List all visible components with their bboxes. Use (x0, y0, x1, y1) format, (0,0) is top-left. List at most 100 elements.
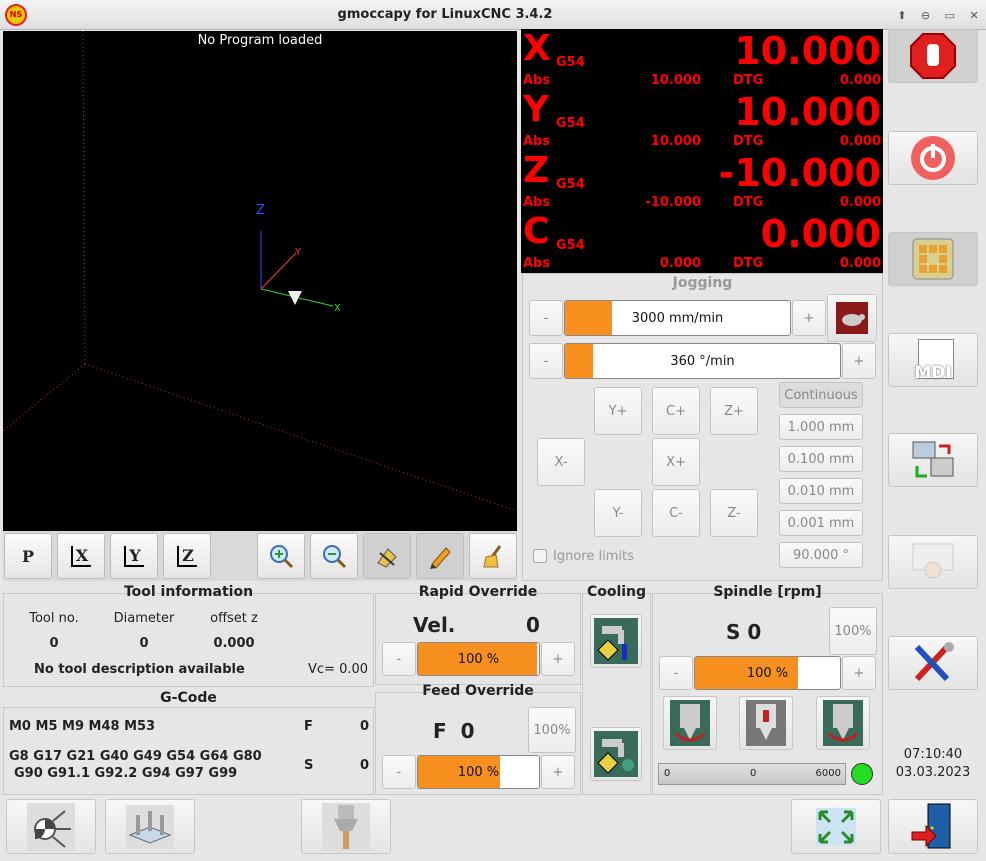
mdi-mode-button[interactable]: MDI (888, 333, 978, 387)
abs-label: Abs (523, 134, 551, 149)
increment-angular[interactable]: 90.000 ° (779, 542, 863, 568)
increment-0-01[interactable]: 0.010 mm (779, 478, 863, 504)
feed-override-slider[interactable]: 100 % (417, 755, 540, 789)
coord-system: G54 (556, 177, 585, 192)
z-axis-label: Z (256, 203, 265, 218)
mdi-label: MDI (914, 363, 952, 383)
angular-speed-slider[interactable]: 360 °/min (564, 343, 841, 379)
turtle-jog-button[interactable] (827, 294, 877, 342)
jog-speed-plus-button[interactable]: + (792, 300, 826, 336)
increment-0-001[interactable]: 0.001 mm (779, 510, 863, 536)
rapid-minus-button[interactable]: - (382, 642, 416, 676)
zoom-in-button[interactable] (257, 533, 305, 579)
view-x-button[interactable]: X (57, 533, 105, 579)
window-controls: ⬆ ⊖ ▭ ✕ (890, 0, 986, 30)
spindle-at-speed-led (851, 763, 873, 785)
active-gcodes-line1: G8 G17 G21 G40 G49 G54 G64 G80 (9, 749, 262, 764)
jog-z-minus-button[interactable]: Z- (710, 489, 758, 537)
exit-button[interactable] (888, 799, 978, 854)
speed-bar-min: 0 (664, 768, 671, 779)
show-dimensions-button[interactable] (363, 533, 411, 579)
spindle-forward-button[interactable] (663, 696, 717, 750)
zoom-out-button[interactable] (310, 533, 358, 579)
program-run-icon (912, 441, 954, 478)
close-icon[interactable]: ✕ (970, 9, 979, 22)
rapid-plus-button[interactable]: + (541, 642, 575, 676)
jog-speed-slider[interactable]: 3000 mm/min (564, 300, 791, 336)
dtg-value: 0.000 (839, 195, 881, 210)
tool-no-header: Tool no. (29, 611, 79, 626)
view-y-icon: Y (124, 545, 144, 567)
ignore-limits-checkbox[interactable] (533, 549, 547, 563)
perspective-icon: P (21, 546, 35, 566)
tool-info-title: Tool information (123, 584, 254, 600)
jog-speed-minus-button[interactable]: - (529, 300, 563, 336)
spindle-minus-button[interactable]: - (659, 656, 693, 690)
feed-plus-button[interactable]: + (541, 755, 575, 789)
estop-button[interactable] (888, 29, 978, 83)
gcode-preview[interactable]: No Program loaded Z Y X (3, 31, 517, 531)
spindle-reverse-button[interactable] (816, 696, 870, 750)
jog-x-plus-button[interactable]: X+ (652, 438, 700, 486)
offset-z-value: 0.000 (213, 636, 255, 651)
feed-override-title: Feed Override (422, 683, 534, 699)
auto-mode-button[interactable] (888, 433, 978, 487)
clear-plot-button[interactable] (469, 533, 517, 579)
feed-reset-button[interactable]: 100% (528, 707, 576, 753)
jog-c-minus-button[interactable]: C- (652, 489, 700, 537)
jog-c-plus-button[interactable]: C+ (652, 387, 700, 435)
settings-user-icon (912, 543, 954, 579)
speed-bar-current: 0 (750, 768, 757, 779)
dro-row-c[interactable]: C G54 0.000 Abs 0.000 DTG 0.000 (521, 212, 883, 273)
stop-hand-icon (910, 33, 956, 79)
rapid-override-slider[interactable]: 100 % (417, 642, 540, 676)
spindle-reset-button[interactable]: 100% (829, 607, 877, 655)
jog-z-plus-button[interactable]: Z+ (710, 387, 758, 435)
angular-speed-value: 360 °/min (670, 353, 735, 369)
tool-change-button[interactable] (301, 799, 391, 854)
jog-x-minus-button[interactable]: X- (537, 438, 585, 486)
dtg-value: 0.000 (839, 73, 881, 88)
feed-minus-button[interactable]: - (382, 755, 416, 789)
machine-power-button[interactable] (888, 131, 978, 185)
gcode-title: G-Code (160, 690, 217, 706)
jog-speed-value: 3000 mm/min (631, 310, 724, 326)
broom-icon (483, 545, 502, 568)
clock-time: 07:10:40 (903, 747, 963, 762)
touch-off-button[interactable] (6, 799, 96, 854)
zoom-in-icon (270, 545, 294, 569)
mist-coolant-icon (594, 731, 638, 777)
shade-icon[interactable]: ⬆ (897, 9, 906, 22)
view-z-button[interactable]: Z (163, 533, 211, 579)
angular-speed-plus-button[interactable]: + (842, 343, 876, 379)
settings-page-button[interactable] (888, 535, 978, 589)
maximize-icon[interactable]: ▭ (945, 9, 955, 22)
dro-row-y[interactable]: Y G54 10.000 Abs 10.000 DTG 0.000 (521, 90, 883, 151)
x-axis-label: X (334, 303, 341, 314)
setup-tools-button[interactable] (888, 636, 978, 690)
increment-0-1[interactable]: 0.100 mm (779, 446, 863, 472)
increment-continuous[interactable]: Continuous (779, 382, 863, 408)
jog-y-minus-button[interactable]: Y- (594, 489, 642, 537)
rapid-override-value: 100 % (457, 651, 500, 667)
dtg-label: DTG (733, 73, 764, 88)
manual-mode-button[interactable] (888, 232, 978, 286)
toggle-plot-button[interactable] (416, 533, 464, 579)
abs-label: Abs (523, 73, 551, 88)
flood-coolant-button[interactable] (590, 614, 642, 668)
angular-speed-minus-button[interactable]: - (529, 343, 563, 379)
tool-table-button[interactable] (105, 799, 195, 854)
spindle-override-slider[interactable]: 100 % (694, 656, 841, 690)
fullscreen-button[interactable] (791, 799, 881, 854)
axis-letter: X (523, 28, 551, 69)
increment-1[interactable]: 1.000 mm (779, 414, 863, 440)
dro-row-z[interactable]: Z G54 -10.000 Abs -10.000 DTG 0.000 (521, 151, 883, 212)
spindle-stop-button[interactable] (739, 696, 793, 750)
mist-coolant-button[interactable] (590, 727, 642, 781)
view-y-button[interactable]: Y (110, 533, 158, 579)
dro-row-x[interactable]: X G54 10.000 Abs 10.000 DTG 0.000 (521, 29, 883, 90)
minimize-icon[interactable]: ⊖ (921, 9, 930, 22)
spindle-plus-button[interactable]: + (842, 656, 876, 690)
jog-y-plus-button[interactable]: Y+ (594, 387, 642, 435)
view-perspective-button[interactable]: P (4, 533, 52, 579)
